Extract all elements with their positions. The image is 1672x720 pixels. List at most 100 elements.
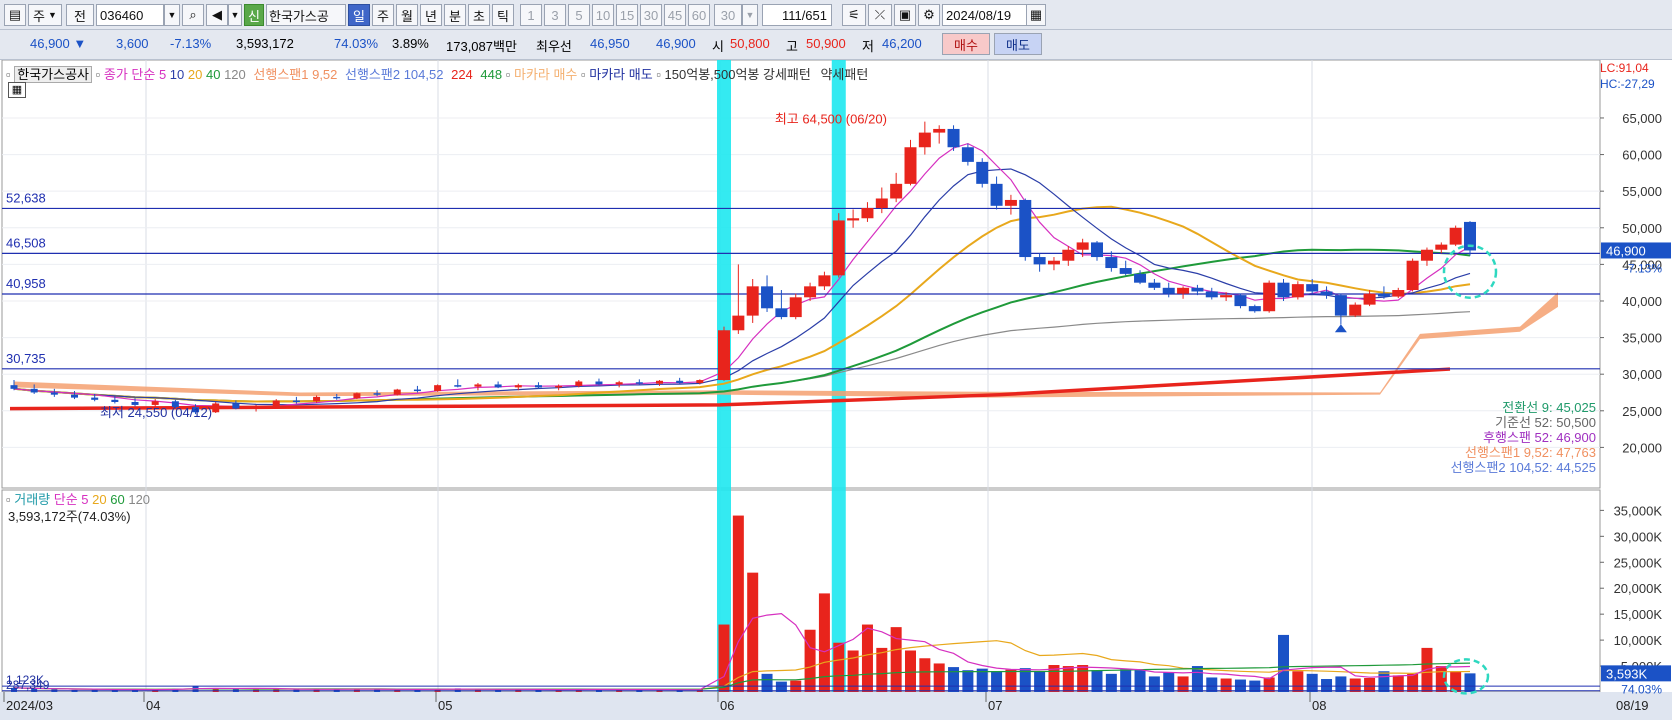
candle-body xyxy=(1248,306,1261,312)
candle-body xyxy=(1062,249,1075,261)
candle-body xyxy=(990,183,1003,206)
turnover: 3.89% xyxy=(392,36,429,51)
candle-body xyxy=(1220,295,1233,298)
volume-bar xyxy=(1062,666,1074,692)
stock-name-field[interactable]: 한국가스공 xyxy=(266,4,346,26)
search-icon[interactable]: ⌕ xyxy=(182,4,204,26)
sell-button[interactable]: 매도 xyxy=(994,33,1042,55)
page-indicator: 111/651 xyxy=(762,4,832,26)
legend-marker-icon: ▫ xyxy=(505,67,511,82)
price-legend: ▫ 한국가스공사 ▫ 종가 단순 5 10 20 40 120 선행스팬1 9,… xyxy=(6,64,868,83)
gear-icon[interactable]: ⚙ xyxy=(918,4,940,26)
count-dropdown-icon[interactable]: ▼ xyxy=(742,4,758,26)
save-icon[interactable]: ▣ xyxy=(894,4,916,26)
calendar-icon[interactable]: ▦ xyxy=(1026,4,1046,26)
mode-label: 주 xyxy=(33,8,46,24)
volume-bar xyxy=(962,670,974,692)
volume-ratio: 74.03% xyxy=(334,36,379,51)
candle-body xyxy=(413,389,421,392)
tab-second[interactable]: 초 xyxy=(468,4,490,26)
legend-macara-sell[interactable]: 마카라 매도 xyxy=(589,67,652,82)
code-dropdown-icon[interactable]: ▼ xyxy=(164,4,180,26)
chart-layout-icon[interactable]: ▤ xyxy=(4,4,26,26)
count-input[interactable]: 30 xyxy=(714,4,742,26)
line-tool-icon[interactable]: ⤫ xyxy=(868,4,892,26)
volume-bar xyxy=(1292,671,1304,692)
tab-year[interactable]: 년 xyxy=(420,4,442,26)
candle-body xyxy=(1076,242,1089,250)
indicator-icon[interactable]: ⚟ xyxy=(842,4,866,26)
minute-30[interactable]: 30 xyxy=(640,4,662,26)
tab-tick[interactable]: 틱 xyxy=(492,4,514,26)
volume-legend-60: 60 xyxy=(110,492,125,507)
volume-legend-ma[interactable]: 단순 xyxy=(54,492,78,507)
volume-bar xyxy=(1407,673,1419,692)
legend-448: 448 xyxy=(480,67,503,82)
mode-select[interactable]: 주 ▼ xyxy=(28,4,62,26)
candle-body xyxy=(1406,260,1419,290)
prefix-select[interactable]: 전 xyxy=(66,4,94,26)
candle-body xyxy=(890,183,903,199)
legend-marker-icon: ▫ xyxy=(656,67,661,82)
candle-body xyxy=(1377,293,1390,297)
price-chart[interactable]: 65,00060,00055,00050,00045,00040,00035,0… xyxy=(0,60,1672,720)
legend-ma-label[interactable]: 종가 단순 xyxy=(104,67,155,82)
table-icon[interactable]: ▦ xyxy=(8,82,26,98)
candle-body xyxy=(718,330,730,381)
minute-10[interactable]: 10 xyxy=(592,4,614,26)
tab-week[interactable]: 주 xyxy=(372,4,394,26)
sound-dropdown-icon[interactable]: ▼ xyxy=(228,4,242,26)
candle-body xyxy=(555,385,563,388)
candle-body xyxy=(1105,257,1118,269)
volume-legend-title[interactable]: 거래량 xyxy=(14,492,50,507)
legend-span1[interactable]: 선행스팬1 9,52 xyxy=(253,67,337,82)
chart-area[interactable]: 65,000 60,000 55,000 50,000 45,000 40,000 35,0… xyxy=(0,60,1672,720)
legend-macara-buy[interactable]: 마카라 매수 xyxy=(514,67,577,82)
price-axis-label: 60,000 xyxy=(1622,148,1662,163)
candle-body xyxy=(1234,295,1247,307)
minute-45[interactable]: 45 xyxy=(664,4,686,26)
minute-1[interactable]: 1 xyxy=(520,4,542,26)
price-axis-label: 30,000 xyxy=(1622,367,1662,382)
legend-marker-icon: ▫ xyxy=(581,67,586,82)
volume-legend-5: 5 xyxy=(81,492,89,507)
legend-span2[interactable]: 선행스팬2 104,52 xyxy=(345,67,443,82)
candle-body xyxy=(1205,291,1218,298)
candle-body xyxy=(615,382,623,385)
candle-body xyxy=(1091,242,1103,258)
legend-pattern[interactable]: 150억봉,500억봉 강세패턴 xyxy=(665,67,811,82)
info-bar: 46,900 ▼ 3,600 -7.13% 3,593,172 74.03% 3… xyxy=(0,30,1672,60)
candle-body xyxy=(789,297,802,318)
candle-body xyxy=(1449,227,1462,245)
tab-minute[interactable]: 분 xyxy=(444,4,466,26)
candle-body xyxy=(746,286,759,316)
minute-15[interactable]: 15 xyxy=(616,4,638,26)
volume-bar xyxy=(1278,634,1289,692)
volume-tag-text: 3,593K xyxy=(1606,666,1648,681)
tab-month[interactable]: 월 xyxy=(396,4,418,26)
candle-body xyxy=(1306,284,1319,292)
volume-stat: 3,593,172주(74.03%) xyxy=(8,509,131,524)
stock-code-input[interactable]: 036460 xyxy=(96,4,164,26)
sound-icon[interactable]: ◀ xyxy=(206,4,228,26)
support-label: 52,638 xyxy=(6,190,46,205)
volume-bar xyxy=(1091,670,1103,692)
tab-day[interactable]: 일 xyxy=(348,4,370,26)
minute-3[interactable]: 3 xyxy=(544,4,566,26)
date-input[interactable]: 2024/08/19 xyxy=(942,4,1028,26)
legend-weak[interactable]: 약세패턴 xyxy=(820,67,868,82)
buy-button[interactable]: 매수 xyxy=(942,33,990,55)
current-price: 46,900 ▼ xyxy=(30,36,87,51)
candle-body xyxy=(30,388,38,393)
volume-pct-tag: 74.03% xyxy=(1621,682,1662,696)
candle-body xyxy=(1363,293,1376,305)
legend-stock-name[interactable]: 한국가스공사 xyxy=(14,66,92,83)
minute-60[interactable]: 60 xyxy=(688,4,710,26)
volume-value: 3,593,172 xyxy=(236,36,294,51)
candle-body xyxy=(775,308,788,318)
minute-5[interactable]: 5 xyxy=(568,4,590,26)
candle-body xyxy=(1349,304,1362,316)
legend-marker-icon: ▫ xyxy=(95,67,101,82)
low-price: 46,200 xyxy=(882,36,922,51)
volume-bar xyxy=(1148,676,1160,692)
